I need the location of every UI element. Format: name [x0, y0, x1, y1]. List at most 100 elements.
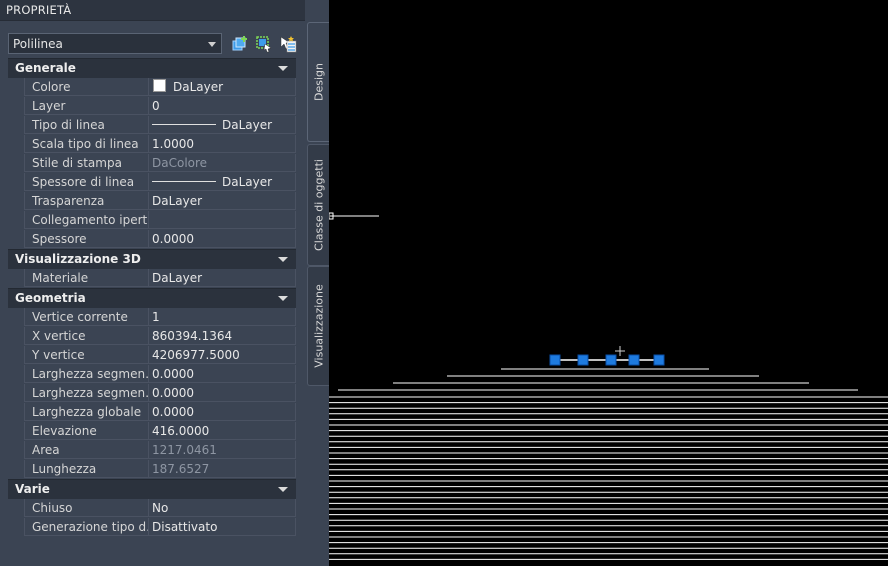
property-value-text: DaLayer — [152, 194, 203, 208]
property-value[interactable]: DaLayer — [148, 173, 296, 191]
vertex-grip[interactable] — [605, 354, 617, 366]
property-row[interactable]: Collegamento ipert… — [8, 211, 296, 230]
vertex-grip[interactable] — [628, 354, 640, 366]
property-label: Larghezza globale — [24, 403, 148, 421]
tab-display-label: Visualizzazione — [312, 284, 326, 368]
quick-select-icon[interactable] — [279, 35, 297, 53]
property-value[interactable]: Disattivato — [148, 518, 296, 536]
property-label: Chiuso — [24, 499, 148, 517]
toggle-pickadd-icon[interactable] — [231, 35, 249, 53]
collapse-chevron-icon[interactable] — [278, 487, 288, 492]
property-label: Scala tipo di linea — [24, 135, 148, 153]
property-value[interactable]: 860394.1364 — [148, 327, 296, 345]
property-label: Elevazione — [24, 422, 148, 440]
property-row[interactable]: Lunghezza 187.6527 — [8, 460, 296, 479]
property-row[interactable]: Chiuso No — [8, 499, 296, 518]
collapse-chevron-icon[interactable] — [278, 296, 288, 301]
property-value[interactable]: 4206977.5000 — [148, 346, 296, 364]
property-value: 187.6527 — [148, 460, 296, 478]
property-row[interactable]: Elevazione 416.0000 — [8, 422, 296, 441]
property-value: 1217.0461 — [148, 441, 296, 459]
tab-object-class[interactable]: Classe di oggetti — [307, 144, 330, 266]
property-value-text: No — [152, 501, 169, 515]
property-row[interactable]: Area 1217.0461 — [8, 441, 296, 460]
color-swatch — [153, 79, 166, 92]
property-value-text: 860394.1364 — [152, 329, 233, 343]
section-title: Varie — [15, 482, 50, 496]
object-type-dropdown[interactable]: Polilinea — [8, 33, 222, 54]
section-geometria[interactable]: Geometria — [8, 288, 296, 308]
property-value-text: 416.0000 — [152, 424, 210, 438]
property-row[interactable]: Generazione tipo d… Disattivato — [8, 518, 296, 537]
collapse-chevron-icon[interactable] — [278, 66, 288, 71]
property-label: Layer — [24, 97, 148, 115]
section-generale[interactable]: Generale — [8, 58, 296, 78]
property-value-text: DaLayer — [173, 80, 224, 94]
section-visualizzazione-3d[interactable]: Visualizzazione 3D — [8, 249, 296, 269]
property-label: Larghezza segmen… — [24, 384, 148, 402]
property-row[interactable]: Scala tipo di linea 1.0000 — [8, 135, 296, 154]
property-row[interactable]: Larghezza globale 0.0000 — [8, 403, 296, 422]
property-row[interactable]: Layer 0 — [8, 97, 296, 116]
vertex-grip[interactable] — [549, 354, 561, 366]
tab-design[interactable]: Design — [307, 22, 330, 142]
vertex-grip[interactable] — [577, 354, 589, 366]
property-label: Stile di stampa — [24, 154, 148, 172]
palette-tab-strip: Design Classe di oggetti Visualizzazione — [305, 0, 330, 566]
section-title: Geometria — [15, 291, 86, 305]
property-value[interactable]: 0.0000 — [148, 384, 296, 402]
property-value-text: 0.0000 — [152, 367, 194, 381]
property-row[interactable]: Tipo di linea DaLayer — [8, 116, 296, 135]
select-objects-icon[interactable] — [255, 35, 273, 53]
property-value[interactable]: DaLayer — [148, 78, 296, 96]
linetype-sample — [152, 181, 216, 182]
property-label: Tipo di linea — [24, 116, 148, 134]
chevron-down-icon — [208, 42, 216, 47]
vertex-grip[interactable] — [653, 354, 665, 366]
property-value[interactable]: 0 — [148, 97, 296, 115]
tab-display[interactable]: Visualizzazione — [307, 266, 330, 386]
property-value[interactable]: DaLayer — [148, 269, 296, 287]
property-row[interactable]: X vertice 860394.1364 — [8, 327, 296, 346]
property-value-text: 1217.0461 — [152, 443, 217, 457]
property-value[interactable]: 0.0000 — [148, 403, 296, 421]
property-label: Vertice corrente — [24, 308, 148, 326]
property-value[interactable]: 416.0000 — [148, 422, 296, 440]
property-row[interactable]: Y vertice 4206977.5000 — [8, 346, 296, 365]
property-value-text: 0 — [152, 99, 160, 113]
property-row[interactable]: Vertice corrente 1 — [8, 308, 296, 327]
property-label: Materiale — [24, 269, 148, 287]
property-row[interactable]: Colore DaLayer — [8, 78, 296, 97]
section-varie[interactable]: Varie — [8, 479, 296, 499]
property-value[interactable] — [148, 211, 296, 229]
property-row[interactable]: Materiale DaLayer — [8, 269, 296, 288]
property-row[interactable]: Larghezza segmen… 0.0000 — [8, 365, 296, 384]
drawing-canvas[interactable] — [329, 0, 888, 566]
property-value[interactable]: 0.0000 — [148, 365, 296, 383]
property-row[interactable]: Larghezza segmen… 0.0000 — [8, 384, 296, 403]
property-row[interactable]: Stile di stampa DaColore — [8, 154, 296, 173]
property-row[interactable]: Spessore di linea DaLayer — [8, 173, 296, 192]
property-value-text: DaColore — [152, 156, 208, 170]
drawing-area[interactable] — [329, 0, 888, 566]
property-row[interactable]: Spessore 0.0000 — [8, 230, 296, 249]
object-type-value: Polilinea — [13, 37, 63, 51]
palette-title-bar[interactable]: PROPRIETÀ — [0, 0, 305, 21]
contour-lines — [329, 368, 888, 560]
property-value[interactable]: 1 — [148, 308, 296, 326]
tab-object-class-label: Classe di oggetti — [312, 159, 326, 251]
property-value[interactable]: DaLayer — [148, 116, 296, 134]
property-value-text: 187.6527 — [152, 462, 210, 476]
collapse-chevron-icon[interactable] — [278, 257, 288, 262]
property-value[interactable]: No — [148, 499, 296, 517]
property-value[interactable]: 0.0000 — [148, 230, 296, 248]
property-value[interactable]: 1.0000 — [148, 135, 296, 153]
property-grid: Generale Colore DaLayer Layer 0 Tipo di linea… — [8, 58, 296, 537]
property-label: Spessore — [24, 230, 148, 248]
property-label: Lunghezza — [24, 460, 148, 478]
property-label: Area — [24, 441, 148, 459]
property-label: Trasparenza — [24, 192, 148, 210]
property-row[interactable]: Trasparenza DaLayer — [8, 192, 296, 211]
property-value[interactable]: DaLayer — [148, 192, 296, 210]
property-value-text: 1.0000 — [152, 137, 194, 151]
